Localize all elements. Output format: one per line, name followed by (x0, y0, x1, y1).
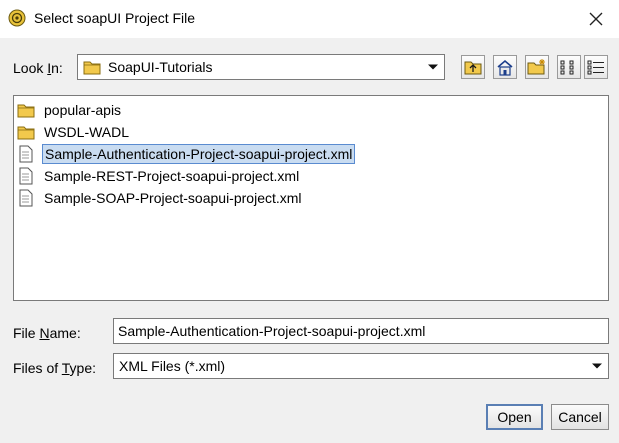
details-view-button[interactable] (584, 55, 608, 79)
look-in-label: Look In: (13, 60, 63, 76)
file-list[interactable]: popular-apis WSDL-WADL Sample-Authentica… (13, 95, 609, 301)
file-name-label: File Name: (13, 325, 81, 341)
look-in-combo[interactable]: SoapUI-Tutorials (77, 54, 445, 80)
list-item-label: WSDL-WADL (44, 124, 130, 140)
list-item-file[interactable]: Sample-SOAP-Project-soapui-project.xml (16, 187, 304, 209)
list-item-file-selected[interactable]: Sample-Authentication-Project-soapui-pro… (16, 143, 356, 165)
window-title: Select soapUI Project File (34, 10, 196, 26)
chevron-down-icon (428, 64, 438, 70)
file-icon (16, 188, 36, 208)
list-item-folder[interactable]: WSDL-WADL (16, 121, 131, 143)
close-button[interactable] (583, 6, 609, 32)
file-name-field[interactable]: Sample-Authentication-Project-soapui-pro… (113, 318, 609, 344)
home-button[interactable] (493, 55, 517, 79)
chevron-down-icon (592, 363, 602, 369)
file-type-value: XML Files (*.xml) (119, 358, 226, 374)
list-item-file[interactable]: Sample-REST-Project-soapui-project.xml (16, 165, 301, 187)
open-button[interactable]: Open (486, 404, 543, 430)
list-item-label: Sample-SOAP-Project-soapui-project.xml (44, 190, 302, 206)
file-icon (16, 166, 36, 186)
file-icon (16, 144, 36, 164)
folder-icon (16, 122, 36, 142)
cancel-button[interactable]: Cancel (551, 404, 609, 430)
look-in-value: SoapUI-Tutorials (108, 59, 213, 75)
folder-icon (16, 100, 36, 120)
new-folder-icon (527, 59, 545, 75)
list-item-label: popular-apis (44, 102, 122, 118)
folder-icon (83, 61, 101, 75)
dialog-body: Look In: SoapUI-Tutorials popular-apis W… (0, 38, 619, 443)
up-one-level-icon (464, 61, 482, 75)
close-icon (589, 12, 603, 26)
home-icon (497, 59, 513, 76)
details-view-icon (587, 60, 604, 75)
soapui-logo-icon (8, 9, 26, 27)
list-item-folder[interactable]: popular-apis (16, 99, 123, 121)
up-one-level-button[interactable] (461, 55, 485, 79)
title-bar: Select soapUI Project File (0, 0, 619, 38)
list-item-label: Sample-Authentication-Project-soapui-pro… (42, 144, 356, 164)
list-view-button[interactable] (557, 55, 581, 79)
new-folder-button[interactable] (525, 55, 549, 79)
file-type-combo[interactable]: XML Files (*.xml) (113, 353, 609, 379)
list-view-icon (560, 60, 574, 75)
list-item-label: Sample-REST-Project-soapui-project.xml (44, 168, 300, 184)
file-type-label: Files of Type: (13, 360, 97, 376)
